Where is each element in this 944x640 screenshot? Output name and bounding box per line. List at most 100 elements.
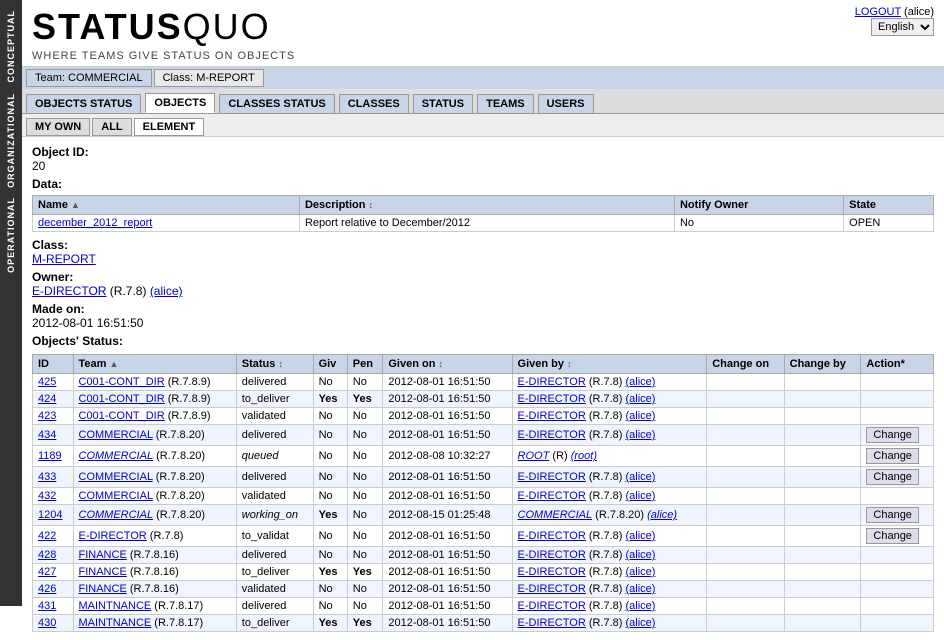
given-by-user-link[interactable]: (alice) [626, 530, 656, 542]
id-link[interactable]: 427 [38, 566, 56, 578]
team-link[interactable]: FINANCE [79, 566, 127, 578]
id-link[interactable]: 1204 [38, 509, 62, 521]
given-by-link[interactable]: E-DIRECTOR [518, 566, 586, 578]
id-link[interactable]: 422 [38, 530, 56, 542]
change-button[interactable]: Change [866, 469, 919, 485]
given-by-link[interactable]: E-DIRECTOR [518, 549, 586, 561]
pen-value: Yes [347, 391, 383, 408]
id-link[interactable]: 431 [38, 600, 56, 612]
tab-objects[interactable]: OBJECTS [145, 93, 215, 113]
change-by-value [784, 446, 861, 467]
id-link[interactable]: 434 [38, 429, 56, 441]
col-given-by: Given by ↕ [512, 355, 707, 374]
giv-value: Yes [313, 615, 347, 632]
given-on-value: 2012-08-01 16:51:50 [383, 564, 512, 581]
pen-value: No [347, 547, 383, 564]
id-link[interactable]: 428 [38, 549, 56, 561]
given-on-value: 2012-08-01 16:51:50 [383, 615, 512, 632]
change-on-value [707, 581, 784, 598]
given-by-link[interactable]: E-DIRECTOR [518, 429, 586, 441]
col-status: Status ↕ [236, 355, 313, 374]
team-link[interactable]: E-DIRECTOR [79, 530, 147, 542]
given-by-user-link[interactable]: (alice) [626, 376, 656, 388]
subtab-my-own[interactable]: MY OWN [26, 118, 90, 136]
given-by-user-link[interactable]: (alice) [626, 490, 656, 502]
given-on-value: 2012-08-08 10:32:27 [383, 446, 512, 467]
tab-objects-status[interactable]: OBJECTS STATUS [26, 94, 141, 113]
change-on-value [707, 425, 784, 446]
given-by-user-link[interactable]: (alice) [626, 549, 656, 561]
team-link[interactable]: COMMERCIAL [79, 490, 153, 502]
id-link[interactable]: 426 [38, 583, 56, 595]
change-button[interactable]: Change [866, 507, 919, 523]
id-link[interactable]: 425 [38, 376, 56, 388]
change-on-value [707, 615, 784, 632]
id-link[interactable]: 424 [38, 393, 56, 405]
tab-status[interactable]: STATUS [413, 94, 473, 113]
given-by-link[interactable]: E-DIRECTOR [518, 530, 586, 542]
given-by-link[interactable]: E-DIRECTOR [518, 393, 586, 405]
status-table-row: 425 C001-CONT_DIR (R.7.8.9) delivered No… [33, 374, 934, 391]
language-select[interactable]: English [871, 18, 934, 36]
tab-classes-status[interactable]: CLASSES STATUS [219, 94, 334, 113]
given-by-user-link[interactable]: (alice) [626, 471, 656, 483]
status-value: validated [242, 490, 286, 502]
team-link[interactable]: COMMERCIAL [79, 509, 154, 521]
logout-link[interactable]: LOGOUT [855, 6, 901, 18]
given-by-link[interactable]: E-DIRECTOR [518, 583, 586, 595]
id-link[interactable]: 1189 [38, 450, 62, 462]
id-link[interactable]: 432 [38, 490, 56, 502]
given-by-user-link[interactable]: (alice) [626, 583, 656, 595]
change-button[interactable]: Change [866, 448, 919, 464]
team-link[interactable]: C001-CONT_DIR [79, 410, 165, 422]
id-link[interactable]: 433 [38, 471, 56, 483]
given-by-link[interactable]: E-DIRECTOR [518, 600, 586, 612]
given-by-user-link[interactable]: (alice) [626, 410, 656, 422]
tab-users[interactable]: USERS [538, 94, 594, 113]
given-by-user-link[interactable]: (alice) [626, 429, 656, 441]
team-link[interactable]: FINANCE [79, 549, 127, 561]
giv-value: Yes [313, 391, 347, 408]
given-by-user-link[interactable]: (alice) [626, 566, 656, 578]
id-link[interactable]: 423 [38, 410, 56, 422]
given-on-value: 2012-08-01 16:51:50 [383, 526, 512, 547]
change-by-value [784, 526, 861, 547]
subtab-all[interactable]: ALL [92, 118, 131, 136]
given-by-link[interactable]: E-DIRECTOR [518, 490, 586, 502]
object-name-link[interactable]: december_2012_report [38, 217, 152, 229]
status-table: ID Team ▲ Status ↕ Giv Pen Given on ↕ Gi… [32, 354, 934, 632]
team-link[interactable]: MAINTNANCE [79, 600, 152, 612]
team-link[interactable]: C001-CONT_DIR [79, 376, 165, 388]
status-table-row: 426 FINANCE (R.7.8.16) validated No No 2… [33, 581, 934, 598]
change-button[interactable]: Change [866, 427, 919, 443]
given-by-link[interactable]: ROOT [518, 450, 550, 462]
sort-given-on-icon: ↕ [438, 359, 443, 369]
given-by-link[interactable]: E-DIRECTOR [518, 617, 586, 629]
owner-link[interactable]: E-DIRECTOR [32, 284, 106, 298]
tab-classes[interactable]: CLASSES [339, 94, 409, 113]
team-link[interactable]: C001-CONT_DIR [79, 393, 165, 405]
owner-section: Owner: E-DIRECTOR (R.7.8) (alice) [32, 270, 934, 298]
team-link[interactable]: FINANCE [79, 583, 127, 595]
owner-user-link[interactable]: (alice) [150, 284, 183, 298]
given-by-link[interactable]: E-DIRECTOR [518, 471, 586, 483]
status-value: to_deliver [242, 617, 290, 629]
given-by-user-link[interactable]: (root) [571, 450, 597, 462]
team-link[interactable]: MAINTNANCE [79, 617, 152, 629]
given-by-link[interactable]: COMMERCIAL [518, 509, 593, 521]
given-by-user-link[interactable]: (alice) [626, 617, 656, 629]
given-by-user-link[interactable]: (alice) [626, 393, 656, 405]
class-link[interactable]: M-REPORT [32, 252, 96, 266]
tab-teams[interactable]: TEAMS [477, 94, 534, 113]
change-by-value [784, 374, 861, 391]
given-by-link[interactable]: E-DIRECTOR [518, 410, 586, 422]
id-link[interactable]: 430 [38, 617, 56, 629]
given-by-user-link[interactable]: (alice) [626, 600, 656, 612]
given-by-link[interactable]: E-DIRECTOR [518, 376, 586, 388]
change-button[interactable]: Change [866, 528, 919, 544]
subtab-element[interactable]: ELEMENT [134, 118, 205, 136]
team-link[interactable]: COMMERCIAL [79, 429, 153, 441]
team-link[interactable]: COMMERCIAL [79, 450, 154, 462]
team-link[interactable]: COMMERCIAL [79, 471, 153, 483]
given-by-user-link[interactable]: (alice) [647, 509, 677, 521]
